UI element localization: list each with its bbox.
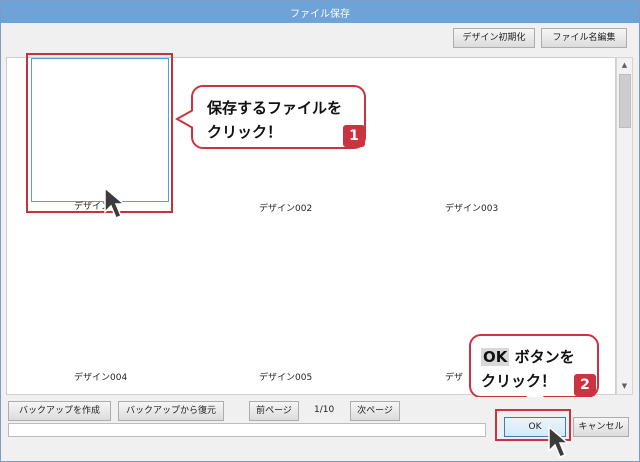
mouse-cursor-icon <box>548 425 571 458</box>
vertical-scrollbar[interactable]: ▲ ▼ <box>616 57 633 395</box>
callout-select-file: 保存するファイルを クリック！ 1 <box>191 85 366 149</box>
design-label[interactable]: デザイン003 <box>445 201 498 214</box>
window-title: ファイル保存 <box>290 9 350 20</box>
title-bar: ファイル保存 <box>1 1 639 23</box>
design-label[interactable]: デザイン002 <box>259 201 312 214</box>
callout-line: 保存するファイルを <box>207 99 343 117</box>
edit-filename-button[interactable]: ファイル名編集 <box>541 28 627 48</box>
progress-bar <box>8 423 486 437</box>
reset-design-button[interactable]: デザイン初期化 <box>453 28 535 48</box>
design-label[interactable]: デザイン004 <box>74 370 127 383</box>
mouse-cursor-icon <box>104 186 127 219</box>
callout-line: クリック！ <box>207 123 283 141</box>
step-badge: 1 <box>343 125 365 147</box>
prev-page-button[interactable]: 前ページ <box>249 401 299 421</box>
design-label[interactable]: デザイン005 <box>259 370 312 383</box>
create-backup-button[interactable]: バックアップを作成 <box>8 401 111 421</box>
thumbnail-preview <box>31 58 169 202</box>
callout-line: クリック！ <box>481 372 557 390</box>
callout-click-ok: OK ボタンを クリック！ 2 <box>469 334 599 398</box>
callout-line: OK ボタンを <box>481 346 575 367</box>
design-thumbnail-selected[interactable] <box>26 53 173 213</box>
design-label[interactable]: デザ <box>445 370 463 383</box>
step-badge: 2 <box>574 374 596 396</box>
cancel-button[interactable]: キャンセル <box>573 417 629 437</box>
file-save-dialog: ファイル保存 デザイン初期化 ファイル名編集 ▲ ▼ デザイン デザイン002 … <box>0 0 640 462</box>
next-page-button[interactable]: 次ページ <box>350 401 400 421</box>
callout-text: ボタンを <box>514 348 575 366</box>
restore-backup-button[interactable]: バックアップから復元 <box>118 401 224 421</box>
page-indicator: 1/10 <box>314 405 335 415</box>
scroll-up-icon[interactable]: ▲ <box>617 58 632 73</box>
callout-pointer-icon <box>175 109 193 129</box>
scroll-down-icon[interactable]: ▼ <box>617 379 632 394</box>
ok-highlight: OK <box>481 348 510 366</box>
scrollbar-thumb[interactable] <box>619 74 631 128</box>
